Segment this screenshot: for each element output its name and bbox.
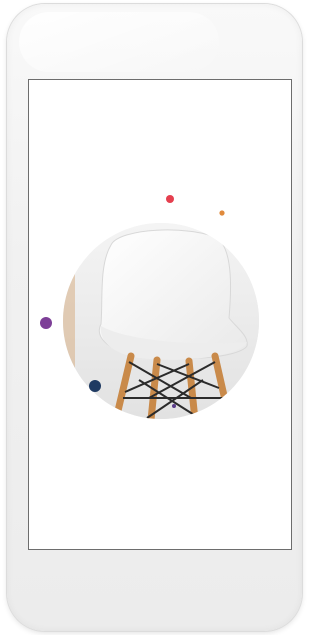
red-dot-icon	[166, 195, 174, 203]
phone-screen	[28, 79, 292, 550]
violet-dot-icon	[172, 404, 176, 408]
orange-dot-icon	[219, 210, 225, 216]
stage	[0, 0, 310, 635]
phone-glare	[19, 12, 219, 72]
navy-dot-icon	[89, 380, 101, 392]
purple-dot-icon	[40, 317, 52, 329]
chair-illustration	[40, 195, 259, 419]
